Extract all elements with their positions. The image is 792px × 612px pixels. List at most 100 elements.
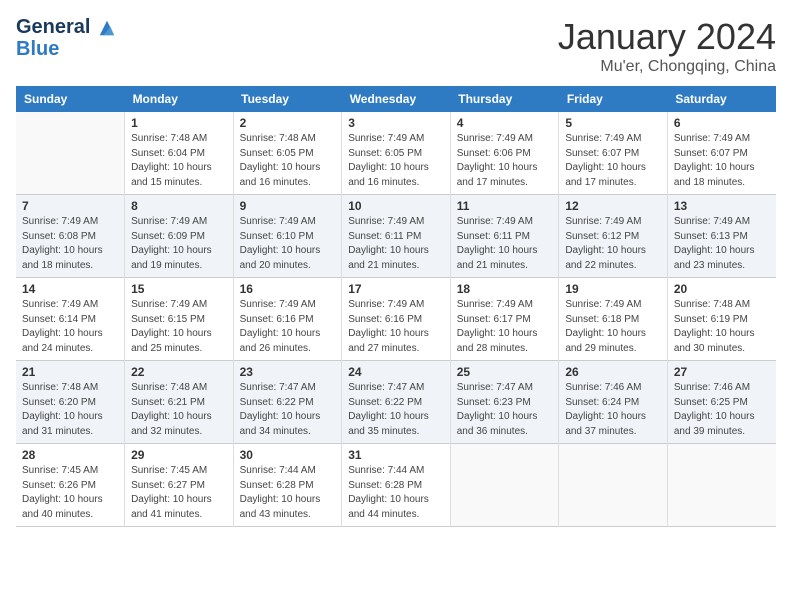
day-info: Sunrise: 7:48 AM Sunset: 6:05 PM Dayligh… bbox=[240, 132, 336, 190]
logo-text: General bbox=[16, 16, 116, 38]
page-header: General Blue January 2024 Mu'er, Chongqi… bbox=[16, 16, 776, 76]
day-number: 23 bbox=[240, 365, 336, 379]
calendar-cell: 9 Sunrise: 7:49 AM Sunset: 6:10 PM Daylig… bbox=[233, 195, 342, 278]
day-info: Sunrise: 7:49 AM Sunset: 6:07 PM Dayligh… bbox=[674, 132, 770, 190]
calendar-cell bbox=[667, 444, 776, 527]
day-number: 1 bbox=[131, 116, 227, 130]
calendar-cell: 23 Sunrise: 7:47 AM Sunset: 6:22 PM Dayli… bbox=[233, 361, 342, 444]
calendar-cell: 13Sunrise: 7:49 AM Sunset: 6:13 PM Dayli… bbox=[667, 195, 776, 278]
day-number: 8 bbox=[131, 199, 227, 213]
calendar-cell: 21 Sunrise: 7:48 AM Sunset: 6:20 PM Dayli… bbox=[16, 361, 125, 444]
day-number: 7 bbox=[22, 199, 118, 213]
calendar-cell: 2 Sunrise: 7:48 AM Sunset: 6:05 PM Daylig… bbox=[233, 112, 342, 195]
day-number: 9 bbox=[240, 199, 336, 213]
day-info: Sunrise: 7:45 AM Sunset: 6:26 PM Dayligh… bbox=[22, 464, 118, 522]
day-number: 3 bbox=[348, 116, 444, 130]
day-info: Sunrise: 7:49 AM Sunset: 6:11 PM Dayligh… bbox=[457, 215, 553, 273]
day-number: 11 bbox=[457, 199, 553, 213]
day-info: Sunrise: 7:49 AM Sunset: 6:08 PM Dayligh… bbox=[22, 215, 118, 273]
day-info: Sunrise: 7:49 AM Sunset: 6:11 PM Dayligh… bbox=[348, 215, 444, 273]
calendar-cell bbox=[16, 112, 125, 195]
col-header-friday: Friday bbox=[559, 86, 668, 112]
day-info: Sunrise: 7:47 AM Sunset: 6:23 PM Dayligh… bbox=[457, 381, 553, 439]
col-header-wednesday: Wednesday bbox=[342, 86, 451, 112]
day-number: 26 bbox=[565, 365, 661, 379]
title-block: January 2024 Mu'er, Chongqing, China bbox=[558, 16, 776, 76]
day-number: 4 bbox=[457, 116, 553, 130]
day-number: 28 bbox=[22, 448, 118, 462]
calendar-cell: 29 Sunrise: 7:45 AM Sunset: 6:27 PM Dayli… bbox=[125, 444, 234, 527]
calendar-cell: 25Sunrise: 7:47 AM Sunset: 6:23 PM Dayli… bbox=[450, 361, 559, 444]
day-number: 29 bbox=[131, 448, 227, 462]
day-info: Sunrise: 7:47 AM Sunset: 6:22 PM Dayligh… bbox=[240, 381, 336, 439]
day-info: Sunrise: 7:49 AM Sunset: 6:07 PM Dayligh… bbox=[565, 132, 661, 190]
day-info: Sunrise: 7:49 AM Sunset: 6:18 PM Dayligh… bbox=[565, 298, 661, 356]
day-info: Sunrise: 7:48 AM Sunset: 6:20 PM Dayligh… bbox=[22, 381, 118, 439]
day-info: Sunrise: 7:49 AM Sunset: 6:16 PM Dayligh… bbox=[240, 298, 336, 356]
day-number: 31 bbox=[348, 448, 444, 462]
calendar-cell: 11 Sunrise: 7:49 AM Sunset: 6:11 PM Dayli… bbox=[450, 195, 559, 278]
day-info: Sunrise: 7:44 AM Sunset: 6:28 PM Dayligh… bbox=[348, 464, 444, 522]
col-header-saturday: Saturday bbox=[667, 86, 776, 112]
calendar-cell: 22Sunrise: 7:48 AM Sunset: 6:21 PM Dayli… bbox=[125, 361, 234, 444]
day-number: 13 bbox=[674, 199, 770, 213]
day-number: 16 bbox=[240, 282, 336, 296]
day-info: Sunrise: 7:49 AM Sunset: 6:15 PM Dayligh… bbox=[131, 298, 227, 356]
month-title: January 2024 bbox=[558, 16, 776, 58]
calendar-cell: 19 Sunrise: 7:49 AM Sunset: 6:18 PM Dayli… bbox=[559, 278, 668, 361]
day-number: 21 bbox=[22, 365, 118, 379]
calendar-cell: 14 Sunrise: 7:49 AM Sunset: 6:14 PM Dayli… bbox=[16, 278, 125, 361]
calendar-table: SundayMondayTuesdayWednesdayThursdayFrid… bbox=[16, 86, 776, 527]
calendar-cell: 16 Sunrise: 7:49 AM Sunset: 6:16 PM Dayli… bbox=[233, 278, 342, 361]
calendar-cell: 15 Sunrise: 7:49 AM Sunset: 6:15 PM Dayli… bbox=[125, 278, 234, 361]
day-number: 6 bbox=[674, 116, 770, 130]
calendar-cell: 28 Sunrise: 7:45 AM Sunset: 6:26 PM Dayli… bbox=[16, 444, 125, 527]
calendar-cell: 8 Sunrise: 7:49 AM Sunset: 6:09 PM Daylig… bbox=[125, 195, 234, 278]
day-number: 20 bbox=[674, 282, 770, 296]
calendar-week-row: 28 Sunrise: 7:45 AM Sunset: 6:26 PM Dayli… bbox=[16, 444, 776, 527]
day-number: 19 bbox=[565, 282, 661, 296]
day-info: Sunrise: 7:44 AM Sunset: 6:28 PM Dayligh… bbox=[240, 464, 336, 522]
day-info: Sunrise: 7:45 AM Sunset: 6:27 PM Dayligh… bbox=[131, 464, 227, 522]
day-info: Sunrise: 7:49 AM Sunset: 6:05 PM Dayligh… bbox=[348, 132, 444, 190]
calendar-cell: 27Sunrise: 7:46 AM Sunset: 6:25 PM Dayli… bbox=[667, 361, 776, 444]
col-header-sunday: Sunday bbox=[16, 86, 125, 112]
logo-icon bbox=[98, 19, 116, 37]
day-number: 5 bbox=[565, 116, 661, 130]
calendar-cell: 24 Sunrise: 7:47 AM Sunset: 6:22 PM Dayli… bbox=[342, 361, 451, 444]
calendar-cell: 3 Sunrise: 7:49 AM Sunset: 6:05 PM Daylig… bbox=[342, 112, 451, 195]
calendar-cell: 26 Sunrise: 7:46 AM Sunset: 6:24 PM Dayli… bbox=[559, 361, 668, 444]
calendar-cell: 12 Sunrise: 7:49 AM Sunset: 6:12 PM Dayli… bbox=[559, 195, 668, 278]
day-number: 12 bbox=[565, 199, 661, 213]
day-number: 14 bbox=[22, 282, 118, 296]
day-info: Sunrise: 7:49 AM Sunset: 6:14 PM Dayligh… bbox=[22, 298, 118, 356]
location: Mu'er, Chongqing, China bbox=[558, 58, 776, 76]
day-info: Sunrise: 7:46 AM Sunset: 6:24 PM Dayligh… bbox=[565, 381, 661, 439]
calendar-cell: 10Sunrise: 7:49 AM Sunset: 6:11 PM Dayli… bbox=[342, 195, 451, 278]
day-number: 24 bbox=[348, 365, 444, 379]
calendar-cell: 20 Sunrise: 7:48 AM Sunset: 6:19 PM Dayli… bbox=[667, 278, 776, 361]
calendar-week-row: 7 Sunrise: 7:49 AM Sunset: 6:08 PM Daylig… bbox=[16, 195, 776, 278]
day-info: Sunrise: 7:48 AM Sunset: 6:19 PM Dayligh… bbox=[674, 298, 770, 356]
calendar-week-row: 21 Sunrise: 7:48 AM Sunset: 6:20 PM Dayli… bbox=[16, 361, 776, 444]
day-info: Sunrise: 7:49 AM Sunset: 6:06 PM Dayligh… bbox=[457, 132, 553, 190]
calendar-cell bbox=[559, 444, 668, 527]
calendar-cell: 1 Sunrise: 7:48 AM Sunset: 6:04 PM Daylig… bbox=[125, 112, 234, 195]
day-info: Sunrise: 7:49 AM Sunset: 6:10 PM Dayligh… bbox=[240, 215, 336, 273]
col-header-monday: Monday bbox=[125, 86, 234, 112]
day-info: Sunrise: 7:48 AM Sunset: 6:21 PM Dayligh… bbox=[131, 381, 227, 439]
day-number: 15 bbox=[131, 282, 227, 296]
calendar-cell: 31 Sunrise: 7:44 AM Sunset: 6:28 PM Dayli… bbox=[342, 444, 451, 527]
calendar-week-row: 1 Sunrise: 7:48 AM Sunset: 6:04 PM Daylig… bbox=[16, 112, 776, 195]
calendar-header-row: SundayMondayTuesdayWednesdayThursdayFrid… bbox=[16, 86, 776, 112]
day-info: Sunrise: 7:47 AM Sunset: 6:22 PM Dayligh… bbox=[348, 381, 444, 439]
day-number: 30 bbox=[240, 448, 336, 462]
day-info: Sunrise: 7:48 AM Sunset: 6:04 PM Dayligh… bbox=[131, 132, 227, 190]
day-info: Sunrise: 7:49 AM Sunset: 6:09 PM Dayligh… bbox=[131, 215, 227, 273]
logo-blue: Blue bbox=[16, 38, 116, 60]
day-info: Sunrise: 7:49 AM Sunset: 6:17 PM Dayligh… bbox=[457, 298, 553, 356]
calendar-cell bbox=[450, 444, 559, 527]
day-number: 2 bbox=[240, 116, 336, 130]
day-info: Sunrise: 7:49 AM Sunset: 6:12 PM Dayligh… bbox=[565, 215, 661, 273]
calendar-cell: 7 Sunrise: 7:49 AM Sunset: 6:08 PM Daylig… bbox=[16, 195, 125, 278]
